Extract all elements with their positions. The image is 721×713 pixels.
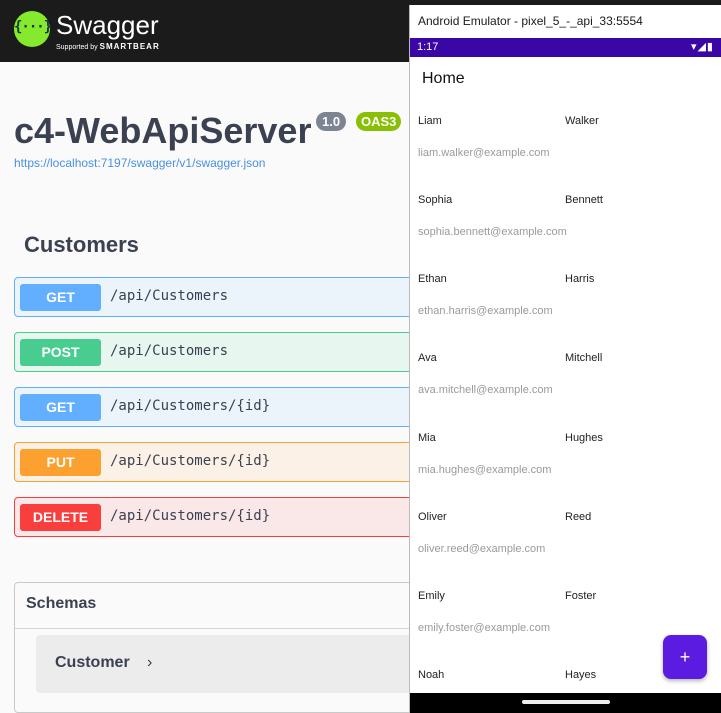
android-nav-bar <box>410 693 721 713</box>
version-badge: 1.0 <box>316 112 347 131</box>
schema-name: Customer <box>55 654 130 671</box>
customer-row[interactable]: Sophia Bennett sophia.bennett@example.co… <box>410 194 721 273</box>
android-emulator-window: Android Emulator - pixel_5_-_api_33:5554… <box>409 5 721 713</box>
logo-glyph: {···} <box>14 19 52 35</box>
customer-row[interactable]: Liam Walker liam.walker@example.com <box>410 115 721 194</box>
customer-email: oliver.reed@example.com <box>418 543 546 555</box>
app-content: Home Liam Walker liam.walker@example.com… <box>410 57 721 693</box>
customer-email: ava.mitchell@example.com <box>418 384 553 396</box>
method-badge: GET <box>20 284 101 311</box>
customer-first-name: Liam <box>418 115 442 127</box>
spec-url-link[interactable]: https://localhost:7197/swagger/v1/swagge… <box>14 156 265 170</box>
customer-first-name: Mia <box>418 432 436 444</box>
status-time: 1:17 <box>417 41 439 53</box>
customer-first-name: Sophia <box>418 194 453 206</box>
method-badge: PUT <box>20 449 101 476</box>
status-icons: ▾◢▮ <box>690 41 714 53</box>
home-gesture-handle[interactable] <box>522 700 610 704</box>
operation-path: /api/Customers/{id} <box>110 508 271 524</box>
operation-put-customer[interactable]: PUT /api/Customers/{id} <box>14 442 434 482</box>
logo-sub-brand: SMARTBEAR <box>99 42 160 51</box>
customer-first-name: Ethan <box>418 273 447 285</box>
schemas-header[interactable]: Schemas <box>15 583 433 629</box>
customer-first-name: Oliver <box>418 511 447 523</box>
customer-last-name: Foster <box>565 590 597 602</box>
method-badge: GET <box>20 394 101 421</box>
customer-row[interactable]: Mia Hughes mia.hughes@example.com <box>410 432 721 511</box>
customer-email: ethan.harris@example.com <box>418 305 553 317</box>
customer-row[interactable]: Oliver Reed oliver.reed@example.com <box>410 511 721 590</box>
method-badge: POST <box>20 339 101 366</box>
logo-sub-prefix: Supported by <box>56 44 98 51</box>
schemas-section: Schemas Customer › <box>14 582 436 713</box>
customer-email: mia.hughes@example.com <box>418 464 552 476</box>
chevron-right-icon: › <box>147 654 153 671</box>
operation-path: /api/Customers <box>110 343 229 359</box>
method-badge: DELETE <box>20 504 101 531</box>
customer-first-name: Noah <box>418 669 445 681</box>
swagger-logo-icon[interactable]: {···} <box>14 11 52 47</box>
schema-customer[interactable]: Customer › <box>36 635 436 693</box>
operation-get-customer-by-id[interactable]: GET /api/Customers/{id} <box>14 387 434 427</box>
customer-last-name: Mitchell <box>565 352 603 364</box>
operation-delete-customer[interactable]: DELETE /api/Customers/{id} <box>14 497 434 537</box>
schemas-title: Schemas <box>26 595 97 612</box>
operation-post-customers[interactable]: POST /api/Customers <box>14 332 434 372</box>
customer-email: liam.walker@example.com <box>418 147 550 159</box>
customer-last-name: Bennett <box>565 194 603 206</box>
tag-customers-heading[interactable]: Customers <box>24 232 139 258</box>
customer-last-name: Hughes <box>565 432 603 444</box>
customer-last-name: Harris <box>565 273 595 285</box>
operation-get-customers[interactable]: GET /api/Customers <box>14 277 434 317</box>
page-title: Home <box>422 70 465 87</box>
customer-email: sophia.bennett@example.com <box>418 226 567 238</box>
customer-last-name: Hayes <box>565 669 597 681</box>
customer-first-name: Ava <box>418 352 437 364</box>
add-customer-button[interactable]: + <box>663 635 707 679</box>
screen: {···} Swagger Supported by SMARTBEAR c4-… <box>0 0 721 713</box>
customer-last-name: Walker <box>565 115 599 127</box>
customer-last-name: Reed <box>565 511 592 523</box>
api-title: c4-WebApiServer <box>14 110 312 151</box>
emulator-title: Android Emulator - pixel_5_-_api_33:5554 <box>418 14 643 28</box>
customer-row[interactable]: Ethan Harris ethan.harris@example.com <box>410 273 721 352</box>
android-status-bar: 1:17 ▾◢▮ <box>410 38 721 57</box>
customer-row[interactable]: Ava Mitchell ava.mitchell@example.com <box>410 352 721 431</box>
operation-path: /api/Customers <box>110 288 229 304</box>
swagger-logo-text[interactable]: Swagger <box>56 10 159 41</box>
customer-email: emily.foster@example.com <box>418 622 550 634</box>
emulator-titlebar[interactable]: Android Emulator - pixel_5_-_api_33:5554 <box>410 5 721 38</box>
operation-path: /api/Customers/{id} <box>110 453 271 469</box>
operation-path: /api/Customers/{id} <box>110 398 271 414</box>
oas-badge: OAS3 <box>356 112 402 131</box>
customer-first-name: Emily <box>418 590 445 602</box>
swagger-logo-subtitle: Supported by SMARTBEAR <box>56 42 160 51</box>
